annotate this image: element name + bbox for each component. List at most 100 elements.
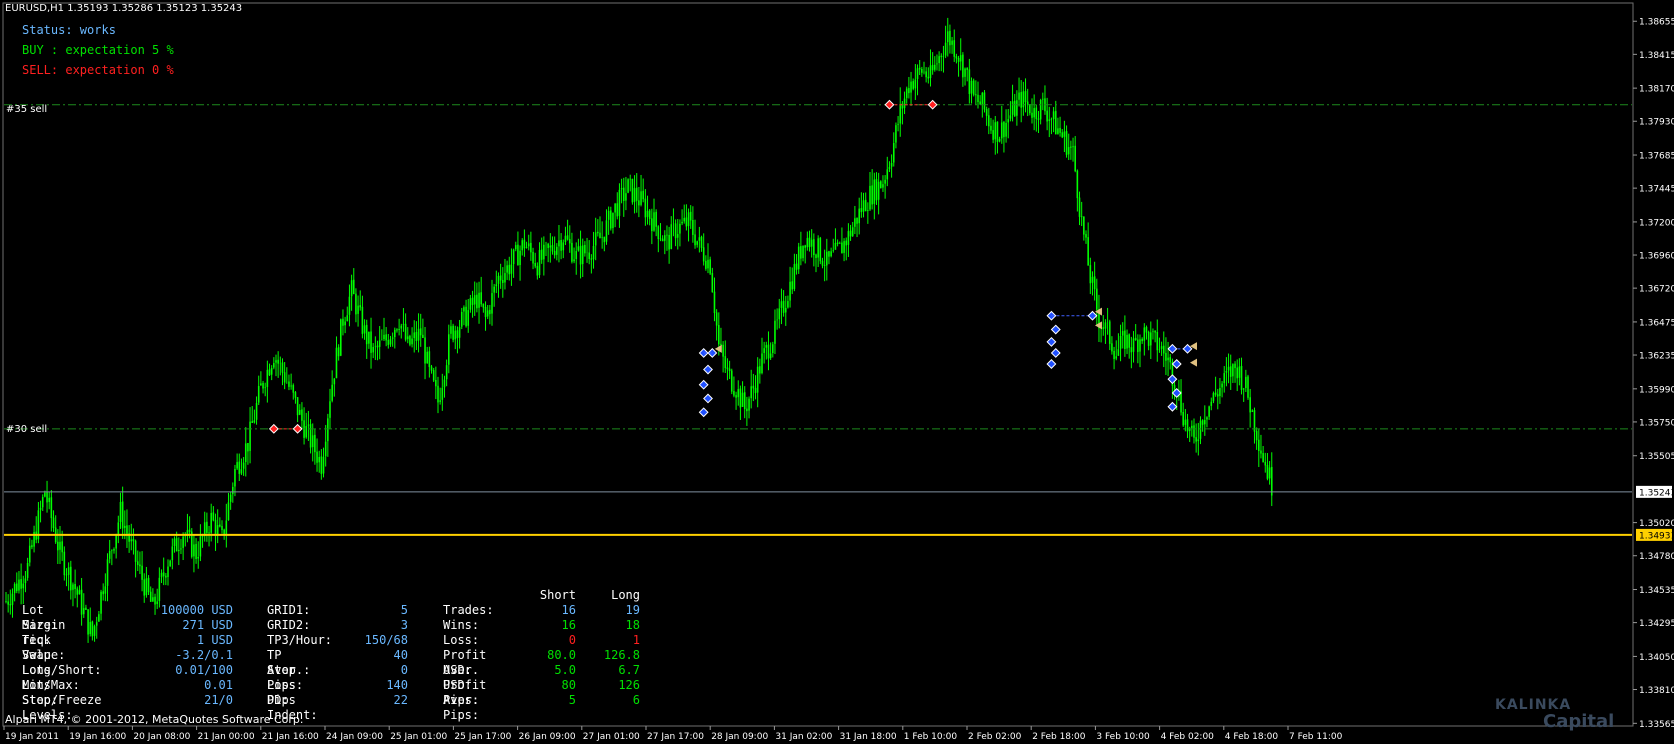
stat-value: 21/0 [204,693,233,707]
y-tick-label: 1.35243 [1639,488,1674,498]
stat-value: 40 [393,648,408,662]
y-tick-label: 1.35020 [1639,519,1674,529]
y-tick-label: 1.36720 [1639,285,1674,295]
trade-markers [268,99,1197,434]
y-tick-label: 1.38655 [1639,18,1674,28]
x-tick-label: 21 Jan 16:00 [262,732,319,742]
trade-marker [1087,310,1098,321]
stat-label: Trades: [443,603,494,617]
candlestick-series [5,17,1273,643]
status-text: Status: works [22,23,116,37]
trade-marker [927,99,938,110]
stat-value: 100000 USD [160,603,233,617]
x-tick-label: 2 Feb 02:00 [968,732,1022,742]
stat-short: 16 [561,603,576,617]
trade-marker [1046,359,1057,369]
stat-long: 126 [618,678,640,692]
x-tick-label: 31 Jan 18:00 [840,732,897,742]
y-tick-label: 1.36235 [1639,352,1674,362]
horizontal-levels [4,104,1632,536]
y-tick-label: 1.36960 [1639,252,1674,262]
stat-label: TP3/Hour: [267,633,333,647]
trade-marker [268,423,279,434]
stat-long: 1 [632,633,640,647]
short-header: Short [539,588,576,602]
x-tick-label: 4 Feb 02:00 [1161,732,1215,742]
y-tick-label: 1.34050 [1639,653,1674,663]
level-label-35-sell: #35 sell [6,104,48,115]
stat-long: 18 [625,618,640,632]
stat-value: 150/68 [364,633,408,647]
long-header: Long [611,588,640,602]
x-tick-label: 24 Jan 09:00 [326,732,383,742]
copyright-text: Alpari MT4, © 2001-2012, MetaQuotes Soft… [5,713,304,726]
y-tick-label: 1.37200 [1639,218,1674,228]
stat-value: 140 [386,678,408,692]
stat-short: 5.0 [554,663,576,677]
x-tick-label: 4 Feb 18:00 [1225,732,1279,742]
trade-marker [703,393,713,404]
stat-value: 0.01 [204,678,233,692]
x-tick-label: 3 Feb 10:00 [1096,732,1150,742]
y-tick-label: 1.38170 [1639,85,1674,95]
y-tick-label: 1.34535 [1639,586,1674,596]
stat-short: 0 [568,633,576,647]
stat-long: 6 [632,693,640,707]
y-tick-label: 1.33565 [1639,720,1674,730]
symbol-header: EURUSD,H1 1.35193 1.35286 1.35123 1.3524… [5,3,243,14]
y-tick-label: 1.33810 [1639,686,1674,696]
stat-value: -3.2/0.1 [175,648,233,662]
x-tick-label: 1 Feb 10:00 [904,732,958,742]
trade-marker [698,379,709,390]
logo-bottom-text: Capital [1543,711,1615,732]
y-tick-label: 1.36475 [1639,318,1674,328]
stat-label: GRID2: [267,618,311,632]
stat-label: GRID1: [267,603,311,617]
x-tick-label: 25 Jan 17:00 [454,732,511,742]
chart-border [2,2,1634,727]
stat-short: 80.0 [547,648,576,662]
y-tick-label: 1.37930 [1639,118,1674,128]
x-tick-label: 2 Feb 18:00 [1032,732,1086,742]
x-tick-label: 28 Jan 09:00 [711,732,768,742]
stat-short: 80 [561,678,576,692]
x-tick-label: 19 Jan 16:00 [69,732,126,742]
sell-expectation: SELL: expectation 0 % [22,63,174,77]
y-tick-label: 1.35505 [1639,452,1674,462]
stat-label: Aver. Pips: [443,693,480,722]
trade-marker [1046,336,1057,347]
trade-marker [1171,359,1182,369]
trade-arrow [1190,358,1197,367]
stat-value: 1 USD [196,633,233,647]
trade-marker [884,99,895,110]
time-axis: 19 Jan 2011 19 Jan 16:00 20 Jan 08:00 21 Ja… [3,726,1343,742]
trade-marker [1167,374,1178,385]
stat-long: 19 [625,603,640,617]
y-tick-label: 1.35990 [1639,385,1674,395]
x-tick-label: 27 Jan 17:00 [647,732,704,742]
y-tick-label: 1.37685 [1639,152,1674,162]
y-tick-label: 1.34295 [1639,619,1674,629]
trade-marker [698,407,709,418]
stat-label: Wins: [443,618,480,632]
trade-marker [1050,348,1061,358]
y-tick-label: 1.35750 [1639,418,1674,428]
price-chart[interactable]: 1.38655 1.38415 1.38170 1.37930 1.37685 1.374… [0,0,1674,744]
x-tick-label: 7 Feb 11:00 [1289,732,1343,742]
stat-short: 16 [561,618,576,632]
x-tick-label: 20 Jan 08:00 [133,732,190,742]
stat-long: 126.8 [603,648,640,662]
x-tick-label: 31 Jan 02:00 [775,732,832,742]
stat-value: 3 [400,618,408,632]
x-tick-label: 19 Jan 2011 [5,732,59,742]
stat-value: 22 [393,693,408,707]
y-tick-label: 1.38415 [1639,51,1674,61]
stat-label: Loss: [443,633,480,647]
stat-long: 6.7 [618,663,640,677]
stat-value: 0.01/100 [175,663,233,677]
x-tick-label: 27 Jan 01:00 [583,732,640,742]
stat-value: 5 [400,603,408,617]
kalinka-logo: KALINKA Capital [1495,697,1614,732]
y-tick-label: 1.34780 [1639,552,1674,562]
y-tick-label: 1.34931 [1639,531,1674,541]
